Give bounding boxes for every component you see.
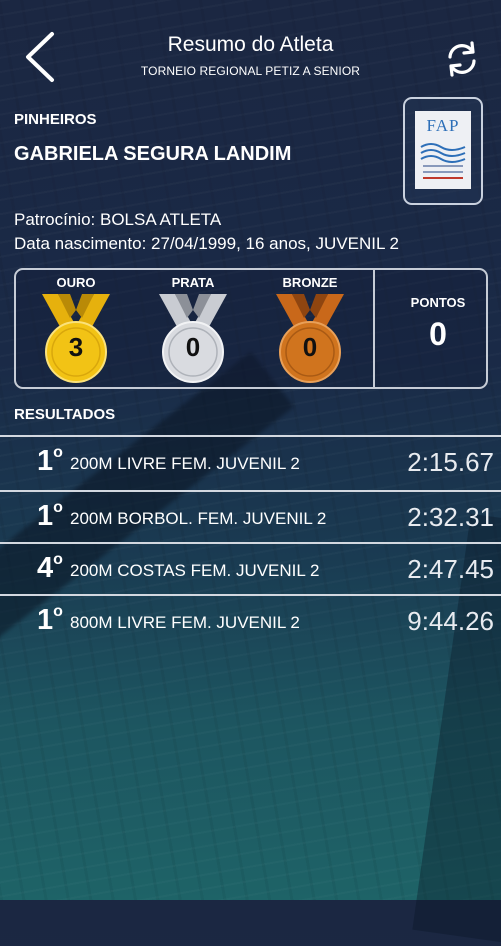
page-subtitle: TORNEIO REGIONAL PETIZ A SENIOR: [140, 64, 361, 78]
result-row[interactable]: 1o 200M LIVRE FEM. JUVENIL 2 2:15.67: [0, 435, 501, 490]
result-time: 9:44.26: [407, 606, 494, 636]
medal-divider: [373, 270, 375, 387]
athlete-name: GABRIELA SEGURA LANDIM: [14, 143, 292, 165]
results-heading: RESULTADOS: [14, 406, 116, 423]
club-name: PINHEIROS: [14, 111, 97, 128]
bronze-label: BRONZE: [282, 275, 338, 290]
result-row[interactable]: 1o 200M BORBOL. FEM. JUVENIL 2 2:32.31: [0, 490, 501, 542]
bronze-count: 0: [302, 332, 318, 362]
federation-logo: FAP: [403, 97, 483, 205]
result-time: 2:15.67: [407, 447, 494, 477]
silver-medal: PRATA 0: [153, 274, 233, 386]
result-place: 4o: [37, 551, 63, 584]
result-time: 2:47.45: [407, 554, 494, 584]
results-list: 1o 200M LIVRE FEM. JUVENIL 2 2:15.67 1o …: [0, 435, 501, 646]
silver-label: PRATA: [171, 275, 215, 290]
result-place: 1o: [37, 499, 63, 532]
points-value: 0: [429, 316, 447, 352]
gold-count: 3: [68, 332, 84, 362]
result-event: 800M LIVRE FEM. JUVENIL 2: [70, 613, 300, 632]
result-row[interactable]: 1o 800M LIVRE FEM. JUVENIL 2 9:44.26: [0, 594, 501, 646]
result-place: 1o: [37, 444, 63, 477]
bronze-medal: BRONZE 0: [270, 274, 350, 386]
silver-count: 0: [185, 332, 201, 362]
refresh-icon: [448, 41, 476, 77]
waves-icon: [420, 143, 466, 163]
result-row[interactable]: 4o 200M COSTAS FEM. JUVENIL 2 2:47.45: [0, 542, 501, 594]
result-event: 200M LIVRE FEM. JUVENIL 2: [70, 454, 300, 473]
medal-summary: OURO 3 PRATA 0 BRONZE 0 PONTOS 0: [14, 268, 488, 389]
page-title: Resumo do Atleta: [167, 33, 334, 56]
sponsor-info: Patrocínio: BOLSA ATLETA: [14, 210, 222, 229]
points-label: PONTOS: [410, 295, 466, 310]
result-event: 200M BORBOL. FEM. JUVENIL 2: [70, 509, 327, 528]
birth-info: Data nascimento: 27/04/1999, 16 anos, JU…: [14, 234, 399, 253]
refresh-button[interactable]: [443, 40, 481, 78]
header: Resumo do Atleta TORNEIO REGIONAL PETIZ …: [0, 0, 501, 96]
logo-text: FAP: [426, 116, 460, 135]
gold-label: OURO: [56, 275, 96, 290]
result-event: 200M COSTAS FEM. JUVENIL 2: [70, 561, 320, 580]
gold-medal: OURO 3: [36, 274, 116, 386]
result-time: 2:32.31: [407, 502, 494, 532]
result-place: 1o: [37, 603, 63, 636]
